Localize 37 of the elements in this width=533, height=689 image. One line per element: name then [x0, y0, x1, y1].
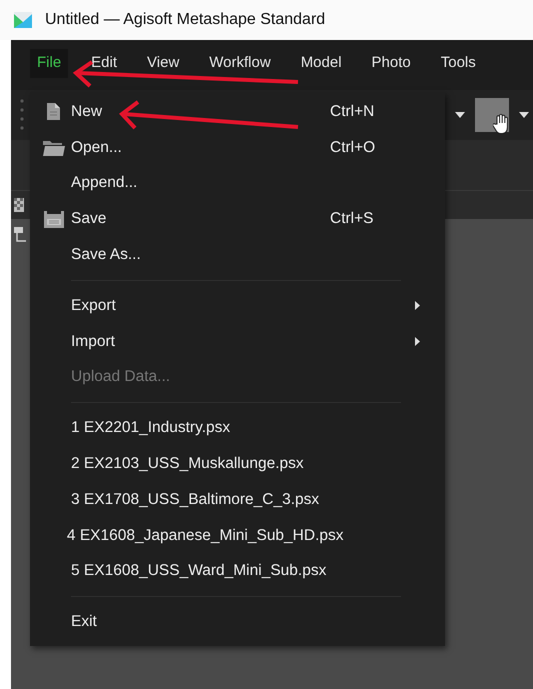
tree-icon[interactable] [14, 227, 26, 243]
menu-bar-item[interactable]: Edit [84, 49, 124, 78]
menu-item[interactable]: 2 EX2103_USS_Muskallunge.psx [30, 446, 445, 482]
menu-bar-item[interactable]: Workflow [202, 49, 278, 78]
hand-icon [493, 114, 511, 134]
menu-item[interactable]: Open... Ctrl+O [30, 130, 445, 166]
menu-item[interactable]: Export [30, 288, 445, 324]
toolbar-handle-icon[interactable] [20, 98, 24, 132]
menu-item[interactable]: Append... [30, 166, 445, 202]
shortcut-text: Ctrl+S [330, 210, 374, 228]
app-logo-icon [13, 11, 33, 29]
submenu-arrow-icon [415, 336, 420, 346]
menu-item[interactable]: Exit [30, 604, 445, 640]
window-title: Untitled — Agisoft Metashape Standard [45, 11, 326, 29]
menu-item[interactable]: 1 EX2201_Industry.psx [30, 410, 445, 446]
folder-icon [42, 140, 64, 156]
hand-tool-button[interactable] [475, 98, 509, 132]
checker-icon[interactable] [14, 198, 24, 212]
menu-bar-item[interactable]: View [140, 49, 186, 78]
caret-icon[interactable] [455, 112, 465, 118]
caret-icon[interactable] [519, 112, 529, 118]
menu-bar-item[interactable]: Photo [364, 49, 418, 78]
save-icon [44, 210, 64, 228]
shortcut-text: Ctrl+N [330, 102, 376, 121]
menu-item[interactable]: 3 EX1708_USS_Baltimore_C_3.psx [30, 482, 445, 518]
menu-item[interactable]: Import [30, 324, 445, 360]
menu-bar-item[interactable]: Model [294, 49, 349, 78]
menu-item[interactable]: Save As... [30, 237, 445, 273]
shortcut-text: Ctrl+O [330, 138, 376, 157]
menu-item[interactable]: 5 EX1608_USS_Ward_Mini_Sub.psx [30, 554, 445, 590]
submenu-arrow-icon [415, 300, 420, 310]
document-icon [47, 103, 60, 120]
menu-bar-item[interactable]: Tools [434, 49, 483, 78]
menu-item[interactable]: 4 EX1608_Japanese_Mini_Sub_HD.psx [30, 518, 445, 554]
menu-item[interactable]: Save Ctrl+S [30, 201, 445, 238]
menu-bar-item[interactable]: File [30, 49, 68, 78]
menu-item[interactable]: New Ctrl+N [30, 94, 445, 130]
